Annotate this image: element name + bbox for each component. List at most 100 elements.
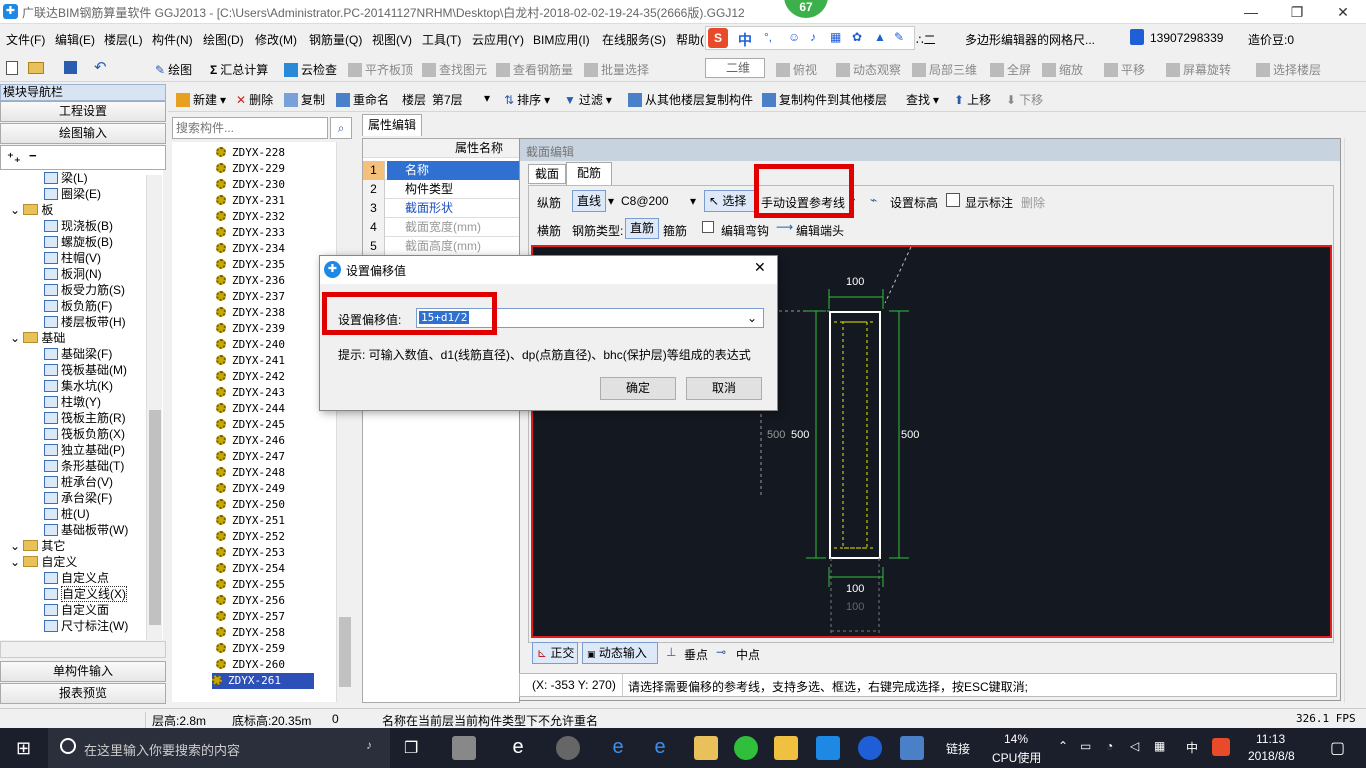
search-icon[interactable]: ⌕ [330,117,352,139]
component-list-item[interactable]: ZDYX-242 [216,369,285,385]
menu-component[interactable]: 构件(N) [152,31,193,48]
file-explorer-icon[interactable] [694,736,718,760]
view-mode-select[interactable]: 二维 [705,58,765,78]
tree-item[interactable]: 柱墩(Y) [44,394,101,410]
search-input[interactable] [172,117,328,139]
microphone-icon[interactable]: ♪ [366,738,372,752]
tree-item[interactable]: 板负筋(F) [44,298,112,314]
fan-app-icon[interactable] [452,736,476,760]
clock-time[interactable]: 11:13 [1256,732,1285,746]
windows-start-icon[interactable]: ⊞ [16,738,31,759]
new-button[interactable]: 新建 [193,91,217,108]
tree-hscrollbar[interactable] [0,641,166,658]
component-list-item[interactable]: ZDYX-248 [216,465,285,481]
keyboard-icon[interactable]: ▦ [830,30,841,44]
batch-select-button[interactable]: 批量选择 [601,61,649,78]
tree-scroll-thumb[interactable] [149,410,161,625]
calculate-button[interactable]: 汇总计算 [220,61,268,78]
property-row[interactable]: 1 名称 [363,161,519,180]
ime-lang[interactable]: 中 [738,30,752,50]
rename-button[interactable]: 重命名 [353,91,389,108]
ime-punc[interactable]: °, [764,30,772,44]
user-icon[interactable] [1130,29,1144,45]
filter-button[interactable]: 过滤 [579,91,603,108]
tree-folder[interactable]: ⌄ 自定义 [10,554,77,570]
spec-chevron-icon[interactable]: ▾ [690,194,696,208]
rotate-button[interactable]: 屏幕旋转 [1183,61,1231,78]
menu-floor[interactable]: 楼层(L) [104,31,143,48]
glodon-g-icon[interactable] [858,736,882,760]
straight-bar-button[interactable]: 直筋 [625,218,659,239]
expand-all-icon[interactable]: ⁺₊ [7,150,21,166]
midpoint-button[interactable]: 中点 [736,646,760,663]
floor-select[interactable]: 第7层 [432,91,492,108]
clock-date[interactable]: 2018/8/8 [1248,749,1295,763]
property-row[interactable]: 3 截面形状 [363,199,519,218]
open-folder-icon[interactable] [28,62,44,74]
list-scrollbar[interactable] [336,142,352,702]
orbit-button[interactable]: 动态观察 [853,61,901,78]
tree-item[interactable]: 尺寸标注(W) [44,618,128,634]
keyboard-tray-icon[interactable]: ▦ [1154,739,1165,753]
offset-chevron-icon[interactable]: ⌄ [747,311,757,325]
tree-item[interactable]: 现浇板(B) [44,218,113,234]
zoom-button[interactable]: 缩放 [1059,61,1083,78]
tree-item[interactable]: 楼层板带(H) [44,314,126,330]
tree-item[interactable]: 自定义线(X) [44,586,127,602]
edit-end-button[interactable]: 编辑端头 [796,222,844,239]
component-list-item[interactable]: ZDYX-257 [216,609,285,625]
expand-chevron-icon[interactable]: ⌄ [10,331,23,345]
component-list-item[interactable]: ZDYX-253 [216,545,285,561]
component-list-item[interactable]: ZDYX-245 [216,417,285,433]
property-row[interactable]: 5 截面高度(mm) [363,237,519,256]
component-list-item[interactable]: ZDYX-255 [216,577,285,593]
tree-item[interactable]: 筏板主筋(R) [44,410,126,426]
move-down-button[interactable]: 下移 [1019,91,1043,108]
component-list-item[interactable]: ZDYX-237 [216,289,285,305]
chrome-icon[interactable] [556,736,580,760]
wrench-icon[interactable]: ✎ [894,30,904,44]
menu-view[interactable]: 视图(V) [372,31,412,48]
menu-draw[interactable]: 绘图(D) [203,31,244,48]
component-list-item[interactable]: ZDYX-256 [216,593,285,609]
tree-item[interactable]: 柱帽(V) [44,250,101,266]
expand-chevron-icon[interactable]: ⌄ [10,203,23,217]
new-file-icon[interactable] [6,61,18,75]
property-row[interactable]: 2 构件类型 [363,180,519,199]
undo-icon[interactable]: ↶ [94,58,107,76]
tree-item[interactable]: 桩承台(V) [44,474,113,490]
tree-item[interactable]: 板洞(N) [44,266,102,282]
component-list-item[interactable]: ZDYX-241 [216,353,285,369]
transverse-bar-tab[interactable]: 横筋 [537,222,561,239]
project-settings-button[interactable]: 工程设置 [0,101,166,122]
linetype-button[interactable]: 直线 [572,190,606,212]
component-list-item[interactable]: ZDYX-230 [216,177,285,193]
show-dim-button[interactable]: 显示标注 [965,194,1013,211]
tree-folder[interactable]: ⌄ 基础 [10,330,65,346]
component-list-item[interactable]: ZDYX-235 [216,257,285,273]
ie-icon[interactable]: e [506,736,530,760]
link-label[interactable]: 链接 [946,740,970,757]
component-list-item[interactable]: ZDYX-251 [216,513,285,529]
expand-chevron-icon[interactable]: ⌄ [10,555,23,569]
mic-icon[interactable]: ♪ [810,30,816,44]
component-list-item[interactable]: ZDYX-233 [216,225,285,241]
browser-360-icon[interactable] [734,736,758,760]
sogou-logo-icon[interactable]: S [708,28,728,48]
sort-button[interactable]: 排序 [517,91,541,108]
component-list-item[interactable]: ZDYX-260 [216,657,285,673]
spec-select[interactable]: C8@200 [621,194,669,208]
network-icon[interactable]: ◔ [1106,739,1113,753]
ime-tray-label[interactable]: 中 [1186,739,1198,756]
top-view-button[interactable]: 俯视 [793,61,817,78]
tree-item[interactable]: 自定义点 [44,570,109,586]
notes-app-icon[interactable] [774,736,798,760]
close-button[interactable]: ✕ [1320,0,1366,24]
component-list-item[interactable]: ZDYX-240 [216,337,285,353]
single-input-button[interactable]: 单构件输入 [0,661,166,682]
select-floor-button[interactable]: 选择楼层 [1273,61,1321,78]
ok-button[interactable]: 确定 [600,377,676,400]
tab-property-edit[interactable]: 属性编辑 [362,114,422,136]
volume-icon[interactable]: ◁ [1130,739,1139,753]
component-list-item[interactable]: ZDYX-239 [216,321,285,337]
